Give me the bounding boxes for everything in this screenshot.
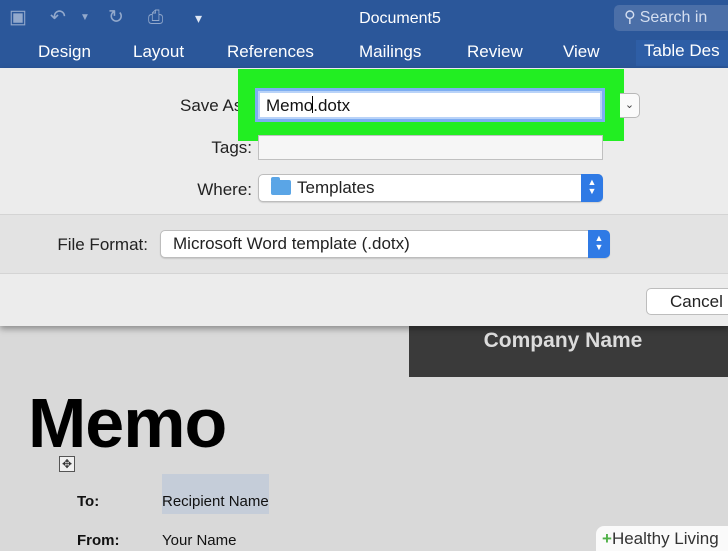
to-value[interactable]: Recipient Name [162,493,269,510]
save-as-field[interactable]: Memo.dotx [255,88,605,122]
undo-dropdown-icon[interactable]: ▼ [80,8,90,28]
file-format-label: File Format: [57,235,148,254]
table-move-handle-icon[interactable]: ✥ [59,456,75,472]
where-popup[interactable]: Templates ▲ ▼ [258,174,603,202]
save-as-text-before-caret: Memo [266,96,314,115]
file-format-value: Microsoft Word template (.dotx) [173,234,410,253]
title-bar: ▣ ↶ ▼ ↻ ⎙ ▾ Document5 ⚲ Search in [0,0,728,38]
print-icon[interactable]: ⎙ [148,8,163,28]
tab-references[interactable]: References [227,42,314,62]
healthy-living-watermark: +Healthy Living [596,526,728,551]
tab-review[interactable]: Review [467,42,523,62]
tab-view[interactable]: View [563,42,600,62]
search-box[interactable]: ⚲ Search in [614,5,728,31]
tags-label: Tags: [211,138,252,157]
healthy-living-logo-icon: + [602,529,612,548]
ribbon-tabs: Design Layout References Mailings Review… [0,38,728,68]
memo-title: Memo [28,384,227,462]
from-value[interactable]: Your Name [162,532,237,549]
where-label: Where: [197,180,252,199]
expand-dialog-button[interactable]: ⌄ [620,93,640,118]
folder-icon [271,177,291,195]
watermark-text: Healthy Living [611,529,719,548]
search-icon: ⚲ [624,9,636,26]
company-name: Company Name [483,329,643,352]
chevron-down-icon: ⌄ [624,99,635,111]
window-title: Document5 [359,10,441,27]
search-placeholder: Search in [639,9,708,26]
tab-layout[interactable]: Layout [133,42,184,62]
undo-icon[interactable]: ↶ [50,8,66,28]
chevron-updown-icon: ▲ ▼ [588,230,610,258]
save-as-text-after-caret: .dotx [313,96,351,115]
redo-icon[interactable]: ↻ [108,8,124,28]
customize-toolbar-icon[interactable]: ▾ [195,8,202,28]
tags-field[interactable] [258,135,603,160]
file-format-popup[interactable]: Microsoft Word template (.dotx) ▲ ▼ [160,230,610,258]
tab-mailings[interactable]: Mailings [359,42,421,62]
tab-table-design[interactable]: Table Des [636,40,728,66]
tab-design[interactable]: Design [38,42,91,62]
chevron-updown-icon: ▲ ▼ [581,174,603,202]
to-label: To: [77,493,100,510]
save-icon[interactable]: ▣ [9,8,27,28]
cancel-button[interactable]: Cancel [646,288,728,315]
where-value: Templates [297,178,375,197]
from-label: From: [77,532,120,549]
